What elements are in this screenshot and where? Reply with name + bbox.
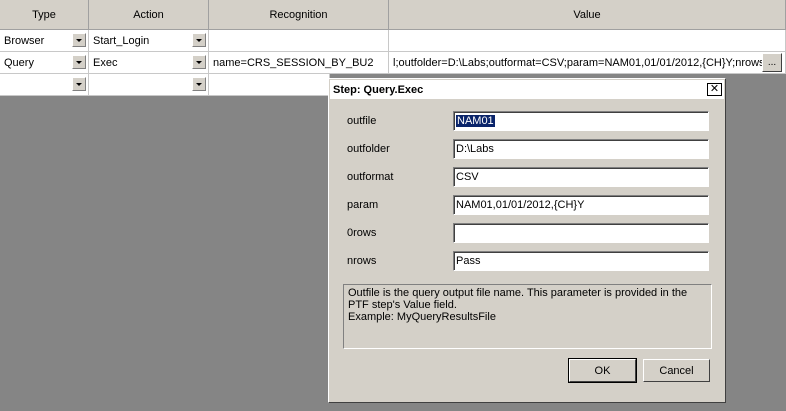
type-cell[interactable]: Browser (0, 30, 89, 52)
field-outfile: outfile NAM01 (347, 111, 709, 131)
type-value: Query (4, 56, 34, 69)
0rows-label: 0rows (347, 227, 377, 239)
ok-button[interactable]: OK (568, 358, 637, 383)
field-outfolder: outfolder D:\Labs (347, 139, 709, 159)
action-cell[interactable] (89, 74, 209, 96)
cancel-button[interactable]: Cancel (643, 359, 710, 382)
outformat-input[interactable]: CSV (453, 167, 709, 187)
recognition-cell[interactable]: name=CRS_SESSION_BY_BU2 (209, 52, 389, 74)
query-exec-dialog: Step: Query.Exec ✕ outfile NAM01 outfold… (328, 78, 726, 403)
header-value[interactable]: Value (389, 0, 786, 30)
action-value: Start_Login (93, 34, 150, 47)
field-outformat: outformat CSV (347, 167, 709, 187)
header-type[interactable]: Type (0, 0, 89, 30)
field-param: param NAM01,01/01/2012,{CH}Y (347, 195, 709, 215)
outformat-label: outformat (347, 171, 394, 183)
table-row[interactable]: Browser Start_Login (0, 30, 786, 52)
type-dropdown-icon[interactable] (72, 55, 86, 69)
value-cell[interactable] (389, 30, 786, 52)
value-cell[interactable]: l;outfolder=D:\Labs;outformat=CSV;param=… (389, 52, 786, 74)
help-example: Example: MyQueryResultsFile (348, 311, 496, 323)
table-row[interactable]: Query Exec name=CRS_SESSION_BY_BU2 l;out… (0, 52, 786, 74)
dialog-titlebar[interactable]: Step: Query.Exec ✕ (330, 80, 724, 99)
type-cell[interactable]: Query (0, 52, 89, 74)
nrows-input[interactable]: Pass (453, 251, 709, 271)
action-dropdown-icon[interactable] (192, 33, 206, 47)
steps-grid: Type Action Recognition Value Browser St… (0, 0, 786, 74)
action-dropdown-icon[interactable] (192, 77, 206, 91)
action-cell[interactable]: Start_Login (89, 30, 209, 52)
help-text-box: Outfile is the query output file name. T… (343, 284, 712, 349)
recognition-cell[interactable] (209, 74, 330, 96)
type-value: Browser (4, 34, 45, 47)
type-dropdown-icon[interactable] (72, 77, 86, 91)
param-input[interactable]: NAM01,01/01/2012,{CH}Y (453, 195, 709, 215)
field-nrows: nrows Pass (347, 251, 709, 271)
help-text: Outfile is the query output file name. T… (348, 287, 688, 311)
dialog-title: Step: Query.Exec (333, 83, 424, 96)
outfile-value: NAM01 (456, 115, 495, 127)
action-value: Exec (93, 56, 118, 69)
close-icon[interactable]: ✕ (707, 83, 722, 96)
outfolder-label: outfolder (347, 143, 390, 155)
param-label: param (347, 199, 379, 211)
grid-header: Type Action Recognition Value (0, 0, 786, 30)
nrows-label: nrows (347, 255, 377, 267)
header-action[interactable]: Action (89, 0, 209, 30)
header-recognition[interactable]: Recognition (209, 0, 389, 30)
type-cell[interactable] (0, 74, 89, 96)
table-row-new[interactable] (0, 74, 330, 96)
field-0rows: 0rows (347, 223, 709, 243)
action-cell[interactable]: Exec (89, 52, 209, 74)
value-text: l;outfolder=D:\Labs;outformat=CSV;param=… (393, 56, 771, 69)
outfile-input[interactable]: NAM01 (453, 111, 709, 131)
0rows-input[interactable] (453, 223, 709, 243)
value-ellipsis-button[interactable]: ... (762, 53, 782, 72)
outfile-label: outfile (347, 115, 377, 127)
action-dropdown-icon[interactable] (192, 55, 206, 69)
type-dropdown-icon[interactable] (72, 33, 86, 47)
recognition-cell[interactable] (209, 30, 389, 52)
outfolder-input[interactable]: D:\Labs (453, 139, 709, 159)
